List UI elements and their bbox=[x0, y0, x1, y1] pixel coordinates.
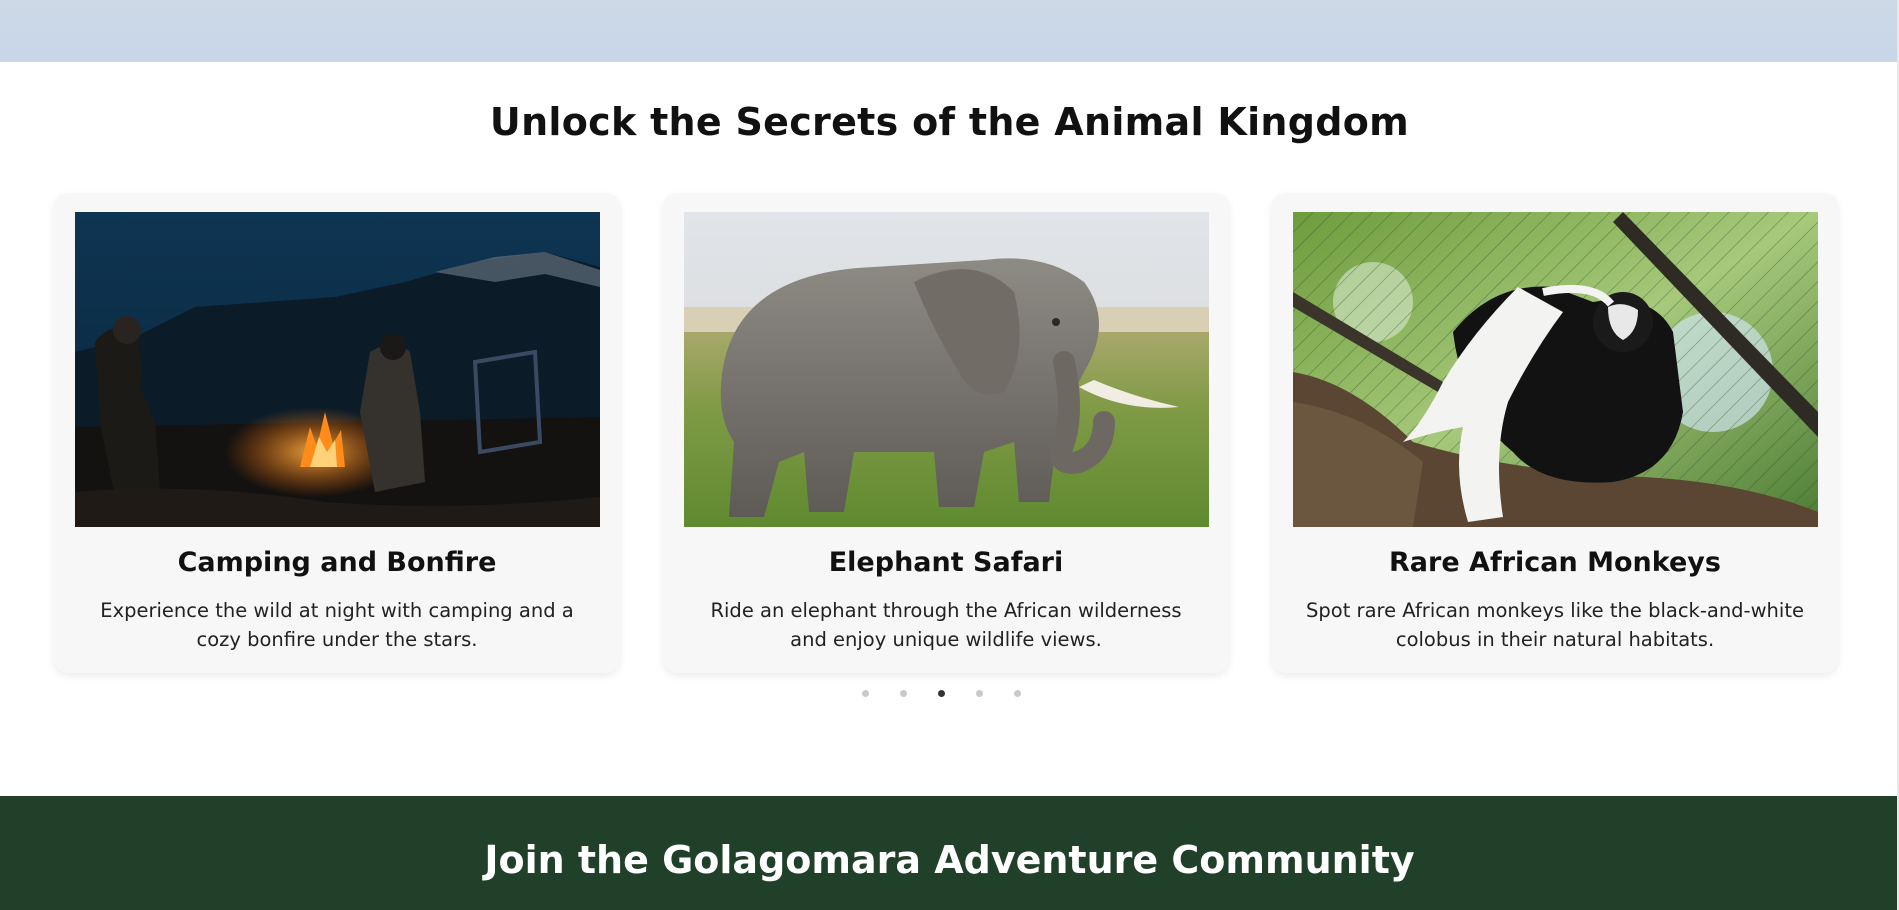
carousel-dot-2[interactable] bbox=[900, 690, 907, 697]
card-camping[interactable]: Camping and Bonfire Experience the wild … bbox=[54, 193, 620, 673]
community-title: Join the Golagomara Adventure Community bbox=[484, 838, 1415, 882]
carousel-dot-5[interactable] bbox=[1014, 690, 1021, 697]
card-title: Rare African Monkeys bbox=[1389, 547, 1721, 578]
card-title: Camping and Bonfire bbox=[177, 547, 497, 578]
carousel-dot-4[interactable] bbox=[976, 690, 983, 697]
colobus-monkey-photo bbox=[1293, 212, 1818, 527]
card-description: Experience the wild at night with campin… bbox=[100, 599, 574, 651]
carousel-pagination bbox=[862, 690, 1032, 702]
card-carousel: Camping and Bonfire Experience the wild … bbox=[0, 0, 1899, 700]
elephant-photo bbox=[684, 212, 1209, 527]
campfire-photo bbox=[75, 212, 600, 527]
carousel-dot-1[interactable] bbox=[862, 690, 869, 697]
card-title: Elephant Safari bbox=[828, 547, 1064, 578]
card-monkeys[interactable]: Rare African Monkeys Spot rare African m… bbox=[1272, 193, 1838, 673]
card-description: Spot rare African monkeys like the black… bbox=[1306, 599, 1804, 651]
carousel-dot-3[interactable] bbox=[938, 690, 945, 697]
card-elephant[interactable]: Elephant Safari Ride an elephant through… bbox=[663, 193, 1229, 673]
card-description: Ride an elephant through the African wil… bbox=[710, 599, 1182, 651]
